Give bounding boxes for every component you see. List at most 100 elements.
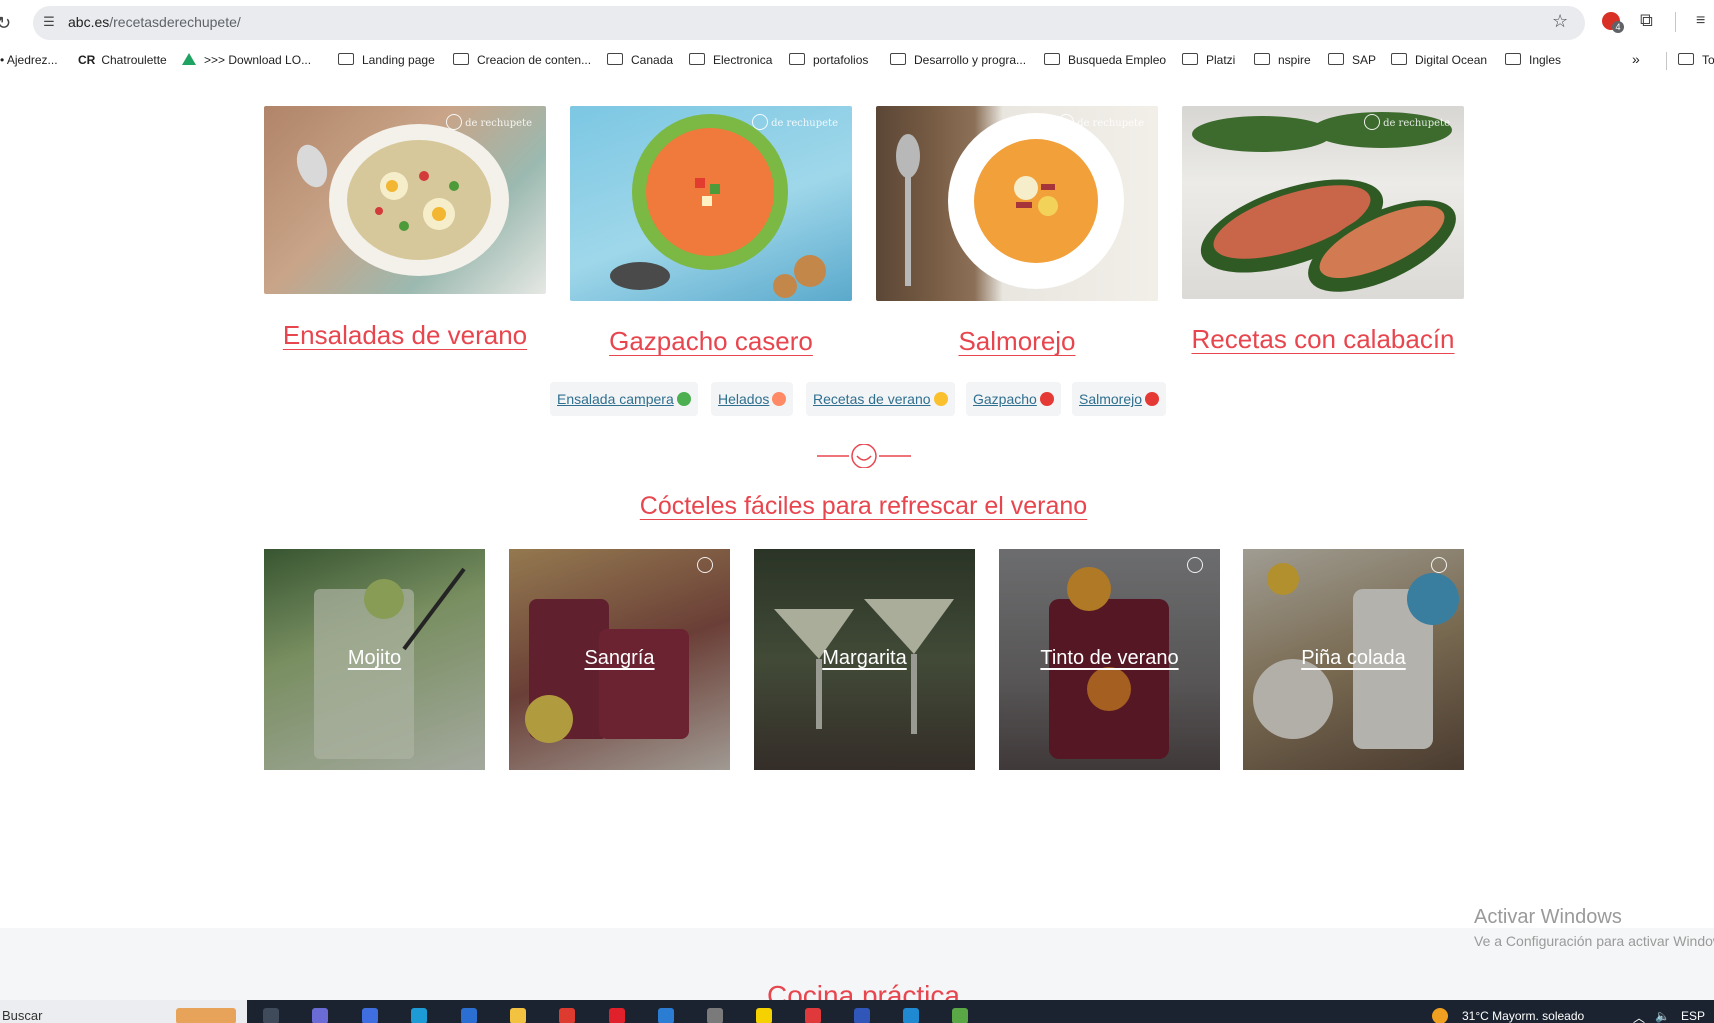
ice-cream-emoji-icon bbox=[772, 392, 787, 406]
weather-text[interactable]: 31°C Mayorm. soleado bbox=[1462, 1009, 1584, 1023]
google-drive-icon bbox=[182, 53, 196, 65]
bookmark-folder-platzi[interactable]: Platzi bbox=[1182, 53, 1235, 67]
language-indicator[interactable]: ESP bbox=[1681, 1009, 1705, 1023]
recipe-image-gazpacho[interactable]: de rechupete bbox=[570, 106, 852, 301]
extension-icon[interactable]: 4 bbox=[1602, 12, 1624, 33]
bookmark-folder-portafolios[interactable]: portafolios bbox=[789, 53, 868, 67]
edge-icon[interactable] bbox=[411, 1008, 427, 1023]
watermark-logo-icon bbox=[446, 114, 463, 130]
watermark: de rechupete bbox=[446, 114, 532, 130]
bookmark-label: Landing page bbox=[362, 53, 435, 67]
watermark-logo-icon bbox=[1364, 114, 1381, 130]
gazpacho-bowl-illustration bbox=[610, 114, 826, 298]
site-info-icon[interactable]: ☰ bbox=[40, 13, 58, 31]
bookmark-label: Ingles bbox=[1529, 53, 1562, 67]
chatroulette-icon: CR bbox=[78, 53, 96, 67]
next-section-title[interactable]: Cocina práctica bbox=[0, 980, 1714, 1000]
address-bar[interactable] bbox=[33, 6, 1585, 40]
bookmark-folder-sap[interactable]: SAP bbox=[1328, 53, 1376, 67]
folder-icon bbox=[1328, 53, 1344, 65]
cocktail-tile-tinto[interactable]: Tinto de verano bbox=[999, 549, 1220, 770]
bookmark-label: Desarrollo y progra... bbox=[914, 53, 1027, 67]
upwork-icon[interactable] bbox=[952, 1008, 968, 1023]
weather-icon[interactable] bbox=[1432, 1008, 1448, 1023]
watermark-logo-icon bbox=[1058, 114, 1075, 130]
folder-icon bbox=[338, 53, 354, 65]
bookmark-label: Platzi bbox=[1206, 53, 1236, 67]
bookmark-ajedrez[interactable]: • Ajedrez... bbox=[0, 53, 58, 67]
mail-icon[interactable] bbox=[658, 1008, 674, 1023]
tag-gazpacho[interactable]: Gazpacho bbox=[966, 382, 1061, 416]
bookmark-label: Chatroulette bbox=[101, 53, 167, 67]
bookmark-label: nspire bbox=[1278, 53, 1311, 67]
copilot-icon[interactable] bbox=[312, 1008, 328, 1023]
tray-chevron-icon[interactable]: ︿ bbox=[1633, 1009, 1645, 1023]
bookmark-folder-desarrollo[interactable]: Desarrollo y progra... bbox=[890, 53, 1026, 67]
sticky-notes-icon[interactable] bbox=[756, 1008, 772, 1023]
bookmark-label: portafolios bbox=[813, 53, 869, 67]
bookmark-folder-empleo[interactable]: Busqueda Empleo bbox=[1044, 53, 1166, 67]
bookmark-star-icon[interactable]: ☆ bbox=[1552, 11, 1568, 32]
bookmark-folder-canada[interactable]: Canada bbox=[607, 53, 673, 67]
bookmark-folder-creacion[interactable]: Creacion de conten... bbox=[453, 53, 591, 67]
salad-emoji-icon bbox=[676, 392, 691, 406]
task-view-icon[interactable] bbox=[263, 1008, 279, 1023]
recipe-link-gazpacho[interactable]: Gazpacho casero bbox=[570, 326, 852, 357]
opera-icon[interactable] bbox=[609, 1008, 625, 1023]
watermark-logo-icon bbox=[1187, 557, 1206, 573]
cocktails-section-title[interactable]: Cócteles fáciles para refrescar el veran… bbox=[500, 492, 1227, 521]
recipe-image-salmorejo[interactable]: de rechupete bbox=[876, 106, 1158, 301]
bookmark-chatroulette[interactable]: CR Chatroulette bbox=[78, 53, 167, 67]
tag-ensalada-campera[interactable]: Ensalada campera bbox=[550, 382, 698, 416]
app-blue-icon[interactable] bbox=[854, 1008, 870, 1023]
url-text[interactable]: abc.es/recetasderechupete/ bbox=[68, 14, 241, 30]
search-highlight-icon bbox=[176, 1008, 236, 1023]
cocktail-tile-pina-colada[interactable]: Piña colada bbox=[1243, 549, 1464, 770]
bookmark-label: Creacion de conten... bbox=[477, 53, 592, 67]
bookmark-download[interactable]: >>> Download LO... bbox=[182, 53, 311, 67]
recipe-image-calabacin[interactable]: de rechupete bbox=[1182, 106, 1464, 299]
file-explorer-icon[interactable] bbox=[510, 1008, 526, 1023]
cocktail-tile-margarita[interactable]: Margarita bbox=[754, 549, 975, 770]
folder-icon bbox=[890, 53, 906, 65]
tag-recetas-de-verano[interactable]: Recetas de verano bbox=[806, 382, 955, 416]
app-icon[interactable] bbox=[362, 1008, 378, 1023]
tag-helados[interactable]: Helados bbox=[711, 382, 794, 416]
app-red-icon[interactable] bbox=[805, 1008, 821, 1023]
watermark: de rechupete bbox=[752, 114, 838, 130]
bookmark-folder-ingles[interactable]: Ingles bbox=[1505, 53, 1561, 67]
watermark-logo-icon bbox=[697, 557, 716, 573]
folder-icon bbox=[1044, 53, 1060, 65]
toolbar-separator bbox=[1675, 12, 1676, 32]
reading-list-icon[interactable]: ≡ bbox=[1696, 12, 1705, 30]
volume-icon[interactable]: 🔈 bbox=[1655, 1009, 1670, 1023]
vscode-icon[interactable] bbox=[903, 1008, 919, 1023]
chrome-icon[interactable] bbox=[559, 1008, 575, 1023]
url-host: abc.es bbox=[68, 14, 110, 30]
cocktail-label: Mojito bbox=[347, 647, 402, 669]
cocktail-tile-mojito[interactable]: Mojito bbox=[264, 549, 485, 770]
snipping-tool-icon[interactable] bbox=[707, 1008, 723, 1023]
recipe-image-ensaladas[interactable]: de rechupete bbox=[264, 106, 546, 294]
more-bookmarks-icon[interactable]: » bbox=[1632, 51, 1640, 67]
bookmark-folder-landing[interactable]: Landing page bbox=[338, 53, 435, 67]
tag-salmorejo[interactable]: Salmorejo bbox=[1072, 382, 1167, 416]
bookmark-folder-other[interactable]: To bbox=[1678, 53, 1714, 67]
recipe-link-ensaladas[interactable]: Ensaladas de verano bbox=[264, 320, 546, 351]
bookmark-folder-electronica[interactable]: Electronica bbox=[689, 53, 772, 67]
activation-title: Activar Windows bbox=[1474, 906, 1622, 928]
search-label: Buscar bbox=[2, 1008, 43, 1023]
bookmark-folder-digitalocean[interactable]: Digital Ocean bbox=[1391, 53, 1487, 67]
extensions-puzzle-icon[interactable]: ⧉ bbox=[1640, 10, 1653, 31]
tomato-emoji-icon bbox=[1145, 392, 1160, 406]
reload-icon[interactable]: ↻ bbox=[0, 12, 18, 34]
watermark-logo-icon bbox=[1431, 557, 1450, 573]
folder-icon bbox=[1505, 53, 1521, 65]
store-icon[interactable] bbox=[461, 1008, 477, 1023]
recipe-link-salmorejo[interactable]: Salmorejo bbox=[876, 326, 1158, 357]
recipe-link-calabacin[interactable]: Recetas con calabacín bbox=[1182, 324, 1464, 355]
sun-emoji-icon bbox=[933, 392, 948, 406]
bookmark-folder-nspire[interactable]: nspire bbox=[1254, 53, 1311, 67]
cocktail-tile-sangria[interactable]: Sangría bbox=[509, 549, 730, 770]
bookmark-label: • Ajedrez... bbox=[0, 53, 58, 67]
